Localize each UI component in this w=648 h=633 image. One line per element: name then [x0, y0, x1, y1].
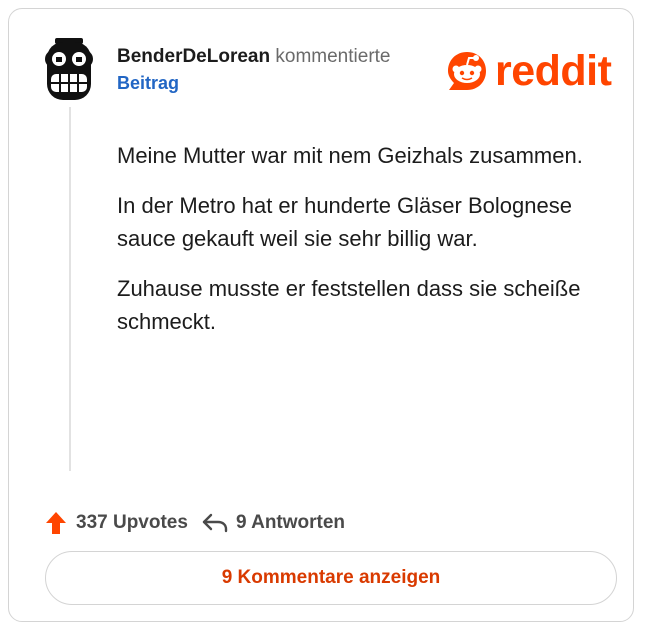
comment-body: Meine Mutter war mit nem Geizhals zusamm…: [117, 139, 617, 355]
reddit-snoo-icon: [448, 52, 486, 90]
show-comments-button[interactable]: 9 Kommentare anzeigen: [45, 551, 617, 605]
reddit-wordmark: reddit: [495, 47, 612, 95]
comment-card: BenderDeLorean kommentierte Beitrag redd…: [8, 8, 634, 622]
action-text: kommentierte: [275, 46, 391, 67]
reddit-logo: reddit: [445, 47, 612, 95]
comment-meta: BenderDeLorean kommentierte Beitrag: [117, 45, 391, 95]
post-link[interactable]: Beitrag: [117, 71, 391, 95]
username[interactable]: BenderDeLorean: [117, 46, 270, 67]
thread-line[interactable]: [69, 107, 71, 471]
reply-count[interactable]: 9 Antworten: [236, 512, 345, 534]
upvote-arrow-icon[interactable]: [45, 511, 67, 535]
upvote-count: 337 Upvotes: [76, 512, 188, 533]
comment-paragraph: Meine Mutter war mit nem Geizhals zusamm…: [117, 143, 583, 168]
reply-arrow-icon[interactable]: [202, 512, 228, 534]
comment-stats: 337 Upvotes 9 Antworten: [45, 511, 345, 535]
comment-paragraph: Zuhause musste er feststellen dass sie s…: [117, 276, 581, 334]
avatar[interactable]: [41, 36, 97, 102]
comment-paragraph: In der Metro hat er hunderte Gläser Bolo…: [117, 193, 572, 251]
